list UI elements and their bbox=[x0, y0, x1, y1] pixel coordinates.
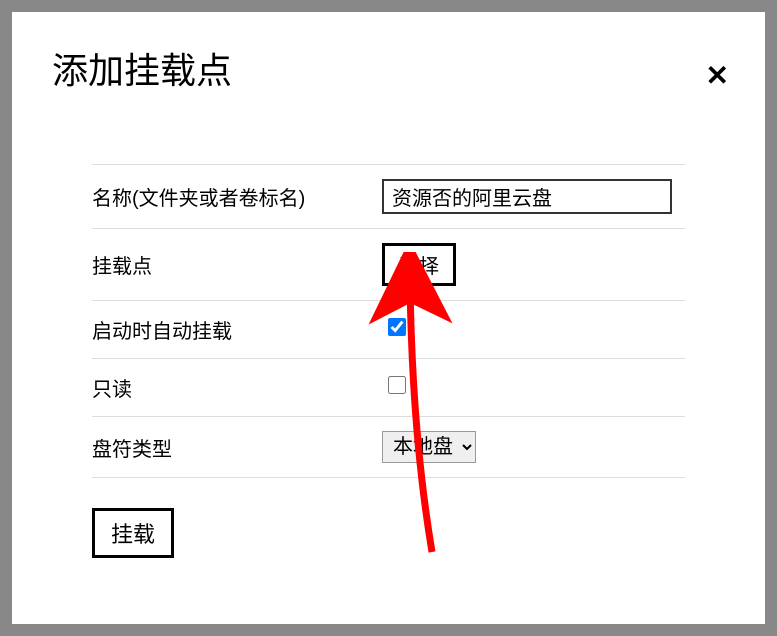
row-name: 名称(文件夹或者卷标名) bbox=[92, 164, 685, 228]
label-disk-type: 盘符类型 bbox=[92, 433, 382, 462]
add-mount-dialog: 添加挂载点 ✕ 名称(文件夹或者卷标名) 挂载点 选择 启动时自动挂载 只读 bbox=[12, 12, 765, 624]
auto-mount-checkbox[interactable] bbox=[388, 318, 406, 336]
dialog-title: 添加挂载点 bbox=[52, 42, 725, 94]
disk-type-select[interactable]: 本地盘 bbox=[382, 431, 476, 463]
form-area: 名称(文件夹或者卷标名) 挂载点 选择 启动时自动挂载 只读 盘符类型 bbox=[52, 164, 725, 558]
row-mount-point: 挂载点 选择 bbox=[92, 228, 685, 300]
mount-button[interactable]: 挂载 bbox=[92, 508, 174, 558]
name-input[interactable] bbox=[382, 179, 672, 214]
field-mount-point: 选择 bbox=[382, 243, 685, 286]
select-mount-button[interactable]: 选择 bbox=[382, 243, 456, 286]
field-disk-type: 本地盘 bbox=[382, 431, 685, 463]
row-readonly: 只读 bbox=[92, 358, 685, 416]
label-mount-point: 挂载点 bbox=[92, 250, 382, 279]
row-disk-type: 盘符类型 本地盘 bbox=[92, 416, 685, 478]
close-button[interactable]: ✕ bbox=[706, 62, 729, 90]
field-name bbox=[382, 179, 685, 214]
row-auto-mount: 启动时自动挂载 bbox=[92, 300, 685, 358]
field-auto-mount bbox=[382, 318, 685, 341]
label-auto-mount: 启动时自动挂载 bbox=[92, 315, 382, 344]
field-readonly bbox=[382, 376, 685, 399]
label-readonly: 只读 bbox=[92, 373, 382, 402]
label-name: 名称(文件夹或者卷标名) bbox=[92, 182, 382, 211]
readonly-checkbox[interactable] bbox=[388, 376, 406, 394]
